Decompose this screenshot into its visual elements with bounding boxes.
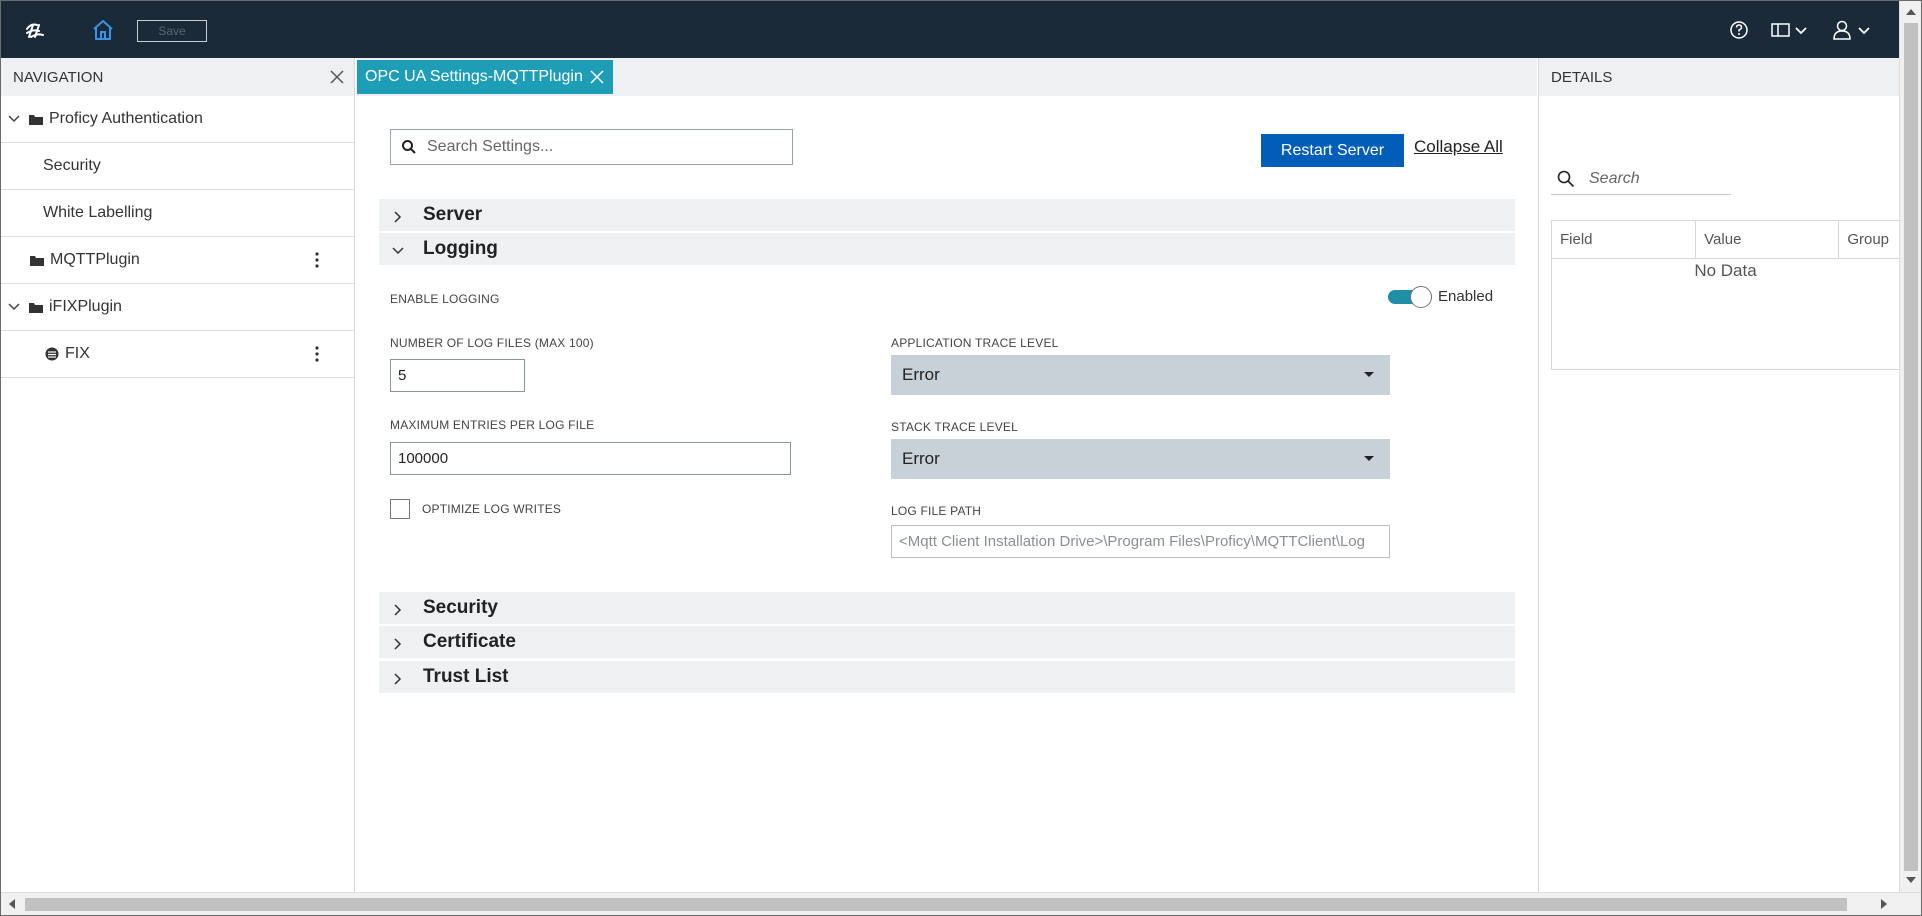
- section-logging[interactable]: Logging: [379, 233, 1515, 265]
- collapse-all-link[interactable]: Collapse All: [1414, 137, 1503, 157]
- scrollbar-thumb[interactable]: [1904, 23, 1918, 871]
- section-title: Trust List: [423, 666, 509, 687]
- toggle-state-label: Enabled: [1438, 288, 1494, 305]
- column-header-value[interactable]: Value: [1696, 221, 1840, 258]
- close-navigation-icon[interactable]: [328, 68, 346, 86]
- tab-opc-ua-settings[interactable]: OPC UA Settings-MQTTPlugin: [357, 60, 613, 94]
- folder-icon: [29, 301, 43, 313]
- column-header-field[interactable]: Field: [1552, 221, 1697, 258]
- section-title: Certificate: [423, 631, 516, 652]
- layout-menu-icon[interactable]: [1771, 18, 1811, 42]
- select-value: Error: [902, 365, 940, 384]
- details-search-placeholder: Search: [1589, 169, 1640, 187]
- help-icon[interactable]: [1729, 18, 1749, 42]
- folder-icon: [30, 254, 44, 266]
- section-title: Security: [423, 597, 498, 618]
- scrollbar-thumb[interactable]: [25, 898, 1847, 911]
- more-options-icon[interactable]: [314, 251, 320, 269]
- folder-icon: [29, 113, 43, 125]
- chevron-right-icon: [391, 601, 405, 616]
- navigation-header: NAVIGATION: [1, 58, 354, 96]
- scroll-right-icon[interactable]: [1881, 899, 1887, 909]
- nav-item-label: White Labelling: [43, 204, 153, 221]
- nav-item-security[interactable]: Security: [1, 143, 354, 190]
- details-table: Field Value Group No Data: [1551, 220, 1900, 370]
- nav-item-proficy-authentication[interactable]: Proficy Authentication: [1, 96, 354, 143]
- navigation-panel: NAVIGATION Proficy Authentication Securi…: [1, 58, 355, 892]
- details-panel: DETAILS Search Field Value Group No Data: [1538, 58, 1900, 892]
- section-trust-list[interactable]: Trust List: [379, 661, 1515, 693]
- search-placeholder: Search Settings...: [427, 138, 554, 155]
- caret-down-icon: [1364, 456, 1374, 461]
- app-window: Save NAVIGATION Proficy Authentication S…: [0, 0, 1922, 916]
- tab-label: OPC UA Settings-MQTTPlugin: [365, 68, 583, 85]
- select-value: Error: [902, 449, 940, 468]
- nav-item-label: FIX: [65, 345, 90, 362]
- tab-strip: OPC UA Settings-MQTTPlugin: [356, 58, 1537, 96]
- search-icon: [1557, 170, 1575, 187]
- vertical-scrollbar[interactable]: [1899, 1, 1921, 892]
- max-entries-input[interactable]: 100000: [390, 442, 791, 475]
- close-tab-icon[interactable]: [589, 69, 605, 85]
- section-title: Server: [423, 204, 483, 225]
- chevron-right-icon: [391, 208, 405, 223]
- section-certificate[interactable]: Certificate: [379, 626, 1515, 658]
- num-log-files-label: NUMBER OF LOG FILES (MAX 100): [390, 336, 594, 350]
- search-icon: [402, 140, 416, 154]
- enable-logging-label: ENABLE LOGGING: [390, 292, 500, 306]
- nav-item-label: Security: [43, 157, 101, 174]
- optimize-log-writes-checkbox[interactable]: [390, 499, 410, 519]
- section-server[interactable]: Server: [379, 199, 1515, 231]
- max-entries-label: MAXIMUM ENTRIES PER LOG FILE: [390, 418, 595, 432]
- chevron-right-icon: [391, 670, 405, 685]
- log-file-path-label: LOG FILE PATH: [891, 504, 982, 518]
- app-trace-level-label: APPLICATION TRACE LEVEL: [891, 336, 1059, 350]
- scroll-up-icon[interactable]: [1906, 9, 1916, 15]
- caret-down-icon: [1364, 372, 1374, 377]
- settings-content: Search Settings... Restart Server Collap…: [356, 96, 1537, 892]
- nav-item-label: MQTTPlugin: [50, 251, 140, 268]
- restart-server-button[interactable]: Restart Server: [1261, 134, 1404, 167]
- details-header: DETAILS: [1539, 58, 1899, 96]
- navigation-title: NAVIGATION: [13, 68, 104, 86]
- no-data-message: No Data: [1694, 261, 1757, 280]
- home-icon[interactable]: [91, 18, 115, 42]
- section-title: Logging: [423, 238, 498, 259]
- database-icon: [45, 347, 59, 361]
- search-settings-input[interactable]: Search Settings...: [390, 129, 793, 165]
- app-trace-level-select[interactable]: Error: [891, 355, 1390, 395]
- more-options-icon[interactable]: [314, 345, 320, 363]
- stack-trace-level-label: STACK TRACE LEVEL: [891, 420, 1018, 434]
- nav-item-fix[interactable]: FIX: [1, 331, 354, 378]
- nav-item-label: Proficy Authentication: [49, 110, 203, 127]
- app-logo-icon[interactable]: [23, 19, 47, 43]
- enable-logging-toggle[interactable]: [1388, 286, 1432, 308]
- chevron-down-icon[interactable]: [7, 112, 21, 126]
- scroll-left-icon[interactable]: [9, 899, 15, 909]
- top-bar: Save: [1, 1, 1899, 58]
- section-security[interactable]: Security: [379, 592, 1515, 624]
- nav-item-label: iFIXPlugin: [49, 298, 122, 315]
- nav-item-ifixplugin[interactable]: iFIXPlugin: [1, 284, 354, 331]
- optimize-log-writes-label: OPTIMIZE LOG WRITES: [422, 502, 562, 516]
- details-title: DETAILS: [1551, 68, 1613, 86]
- chevron-down-icon[interactable]: [7, 300, 21, 314]
- toggle-knob: [1410, 286, 1432, 308]
- horizontal-scrollbar[interactable]: [1, 892, 1921, 915]
- details-table-header: Field Value Group: [1552, 221, 1899, 259]
- details-search-input[interactable]: Search: [1551, 163, 1731, 195]
- num-log-files-input[interactable]: 5: [390, 359, 525, 392]
- nav-item-white-labelling[interactable]: White Labelling: [1, 190, 354, 237]
- log-file-path-input[interactable]: <Mqtt Client Installation Drive>\Program…: [891, 525, 1390, 558]
- user-menu-icon[interactable]: [1833, 18, 1875, 42]
- chevron-down-icon: [391, 242, 405, 256]
- save-button[interactable]: Save: [137, 20, 207, 42]
- scroll-down-icon[interactable]: [1906, 877, 1916, 883]
- column-header-group[interactable]: Group: [1839, 221, 1899, 258]
- chevron-right-icon: [391, 635, 405, 650]
- stack-trace-level-select[interactable]: Error: [891, 439, 1390, 479]
- nav-item-mqttplugin[interactable]: MQTTPlugin: [1, 237, 354, 284]
